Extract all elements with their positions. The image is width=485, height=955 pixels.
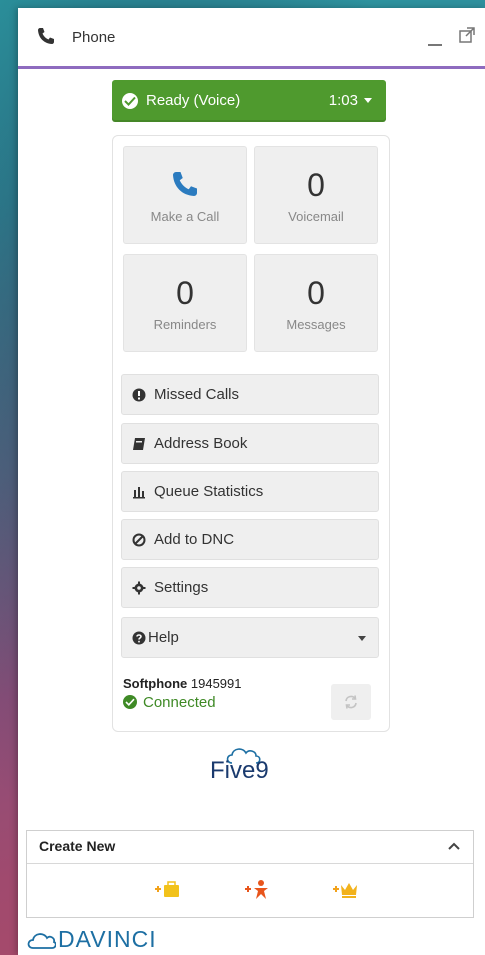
messages-label: Messages (286, 317, 346, 332)
missed-calls-label: Missed Calls (154, 386, 240, 403)
settings-label: Settings (154, 579, 209, 596)
reminders-label: Reminders (153, 317, 217, 332)
phone-card: Make a Call 0 Voicemail 0 Reminders 0 Me… (112, 135, 390, 732)
gear-icon (132, 581, 146, 595)
cloud-icon (27, 933, 57, 949)
question-icon (132, 631, 146, 645)
exclamation-icon (132, 388, 146, 402)
messages-tile[interactable]: 0 Messages (254, 254, 378, 352)
chevron-up-icon[interactable] (447, 841, 461, 851)
connection-status: Connected (123, 694, 216, 711)
make-call-tile[interactable]: Make a Call (123, 146, 247, 244)
five9-logo: Five9 (208, 741, 298, 791)
ready-status-button[interactable]: Ready (Voice) 1:03 (112, 80, 386, 122)
queue-statistics-label: Queue Statistics (154, 483, 264, 500)
address-book-button[interactable]: Address Book (121, 423, 379, 464)
messages-count: 0 (307, 275, 325, 311)
softphone-info: Softphone 1945991 (123, 676, 242, 691)
create-new-panel: Create New (26, 830, 474, 918)
check-circle-icon (122, 93, 138, 109)
five9-logo-text: Five9 (210, 757, 269, 784)
check-circle-icon (123, 695, 137, 709)
status-timer: 1:03 (328, 92, 358, 109)
voicemail-tile[interactable]: 0 Voicemail (254, 146, 378, 244)
voicemail-count: 0 (307, 167, 325, 203)
davinci-brand: DAVINCI (26, 926, 157, 953)
reminders-tile[interactable]: 0 Reminders (123, 254, 247, 352)
help-dropdown[interactable]: Help (121, 617, 379, 658)
bar-chart-icon (133, 487, 145, 499)
missed-calls-button[interactable]: Missed Calls (121, 374, 379, 415)
create-new-label: Create New (39, 838, 116, 854)
title-bar: Phone (18, 8, 485, 69)
connection-status-label: Connected (143, 694, 216, 711)
phone-panel: Phone Ready (Voice) 1:03 Make a Call 0 V… (18, 8, 485, 955)
ready-status-label: Ready (Voice) (146, 92, 241, 109)
call-icon (173, 172, 197, 196)
settings-button[interactable]: Settings (121, 567, 379, 608)
new-account-icon[interactable] (333, 879, 359, 901)
davinci-brand-text: DAVINCI (58, 926, 157, 952)
queue-statistics-button[interactable]: Queue Statistics (121, 471, 379, 512)
ban-icon (132, 533, 146, 547)
reminders-count: 0 (176, 275, 194, 311)
caret-down-icon (358, 636, 366, 641)
book-icon (133, 438, 145, 450)
add-to-dnc-label: Add to DNC (154, 531, 235, 548)
address-book-label: Address Book (154, 435, 248, 452)
softphone-label: Softphone (123, 676, 188, 691)
caret-down-icon (364, 98, 372, 103)
voicemail-label: Voicemail (288, 209, 344, 224)
help-label: Help (148, 629, 179, 646)
new-contact-icon[interactable] (245, 879, 271, 901)
softphone-number: 1945991 (190, 676, 242, 691)
create-new-header[interactable]: Create New (27, 831, 473, 864)
add-to-dnc-button[interactable]: Add to DNC (121, 519, 379, 560)
new-case-icon[interactable] (155, 879, 181, 901)
refresh-icon (345, 695, 357, 709)
minimize-icon[interactable] (428, 28, 442, 46)
window-title: Phone (72, 29, 116, 46)
refresh-button[interactable] (331, 684, 371, 720)
make-call-label: Make a Call (150, 209, 220, 224)
popout-icon[interactable] (458, 26, 476, 44)
phone-icon (38, 28, 54, 44)
